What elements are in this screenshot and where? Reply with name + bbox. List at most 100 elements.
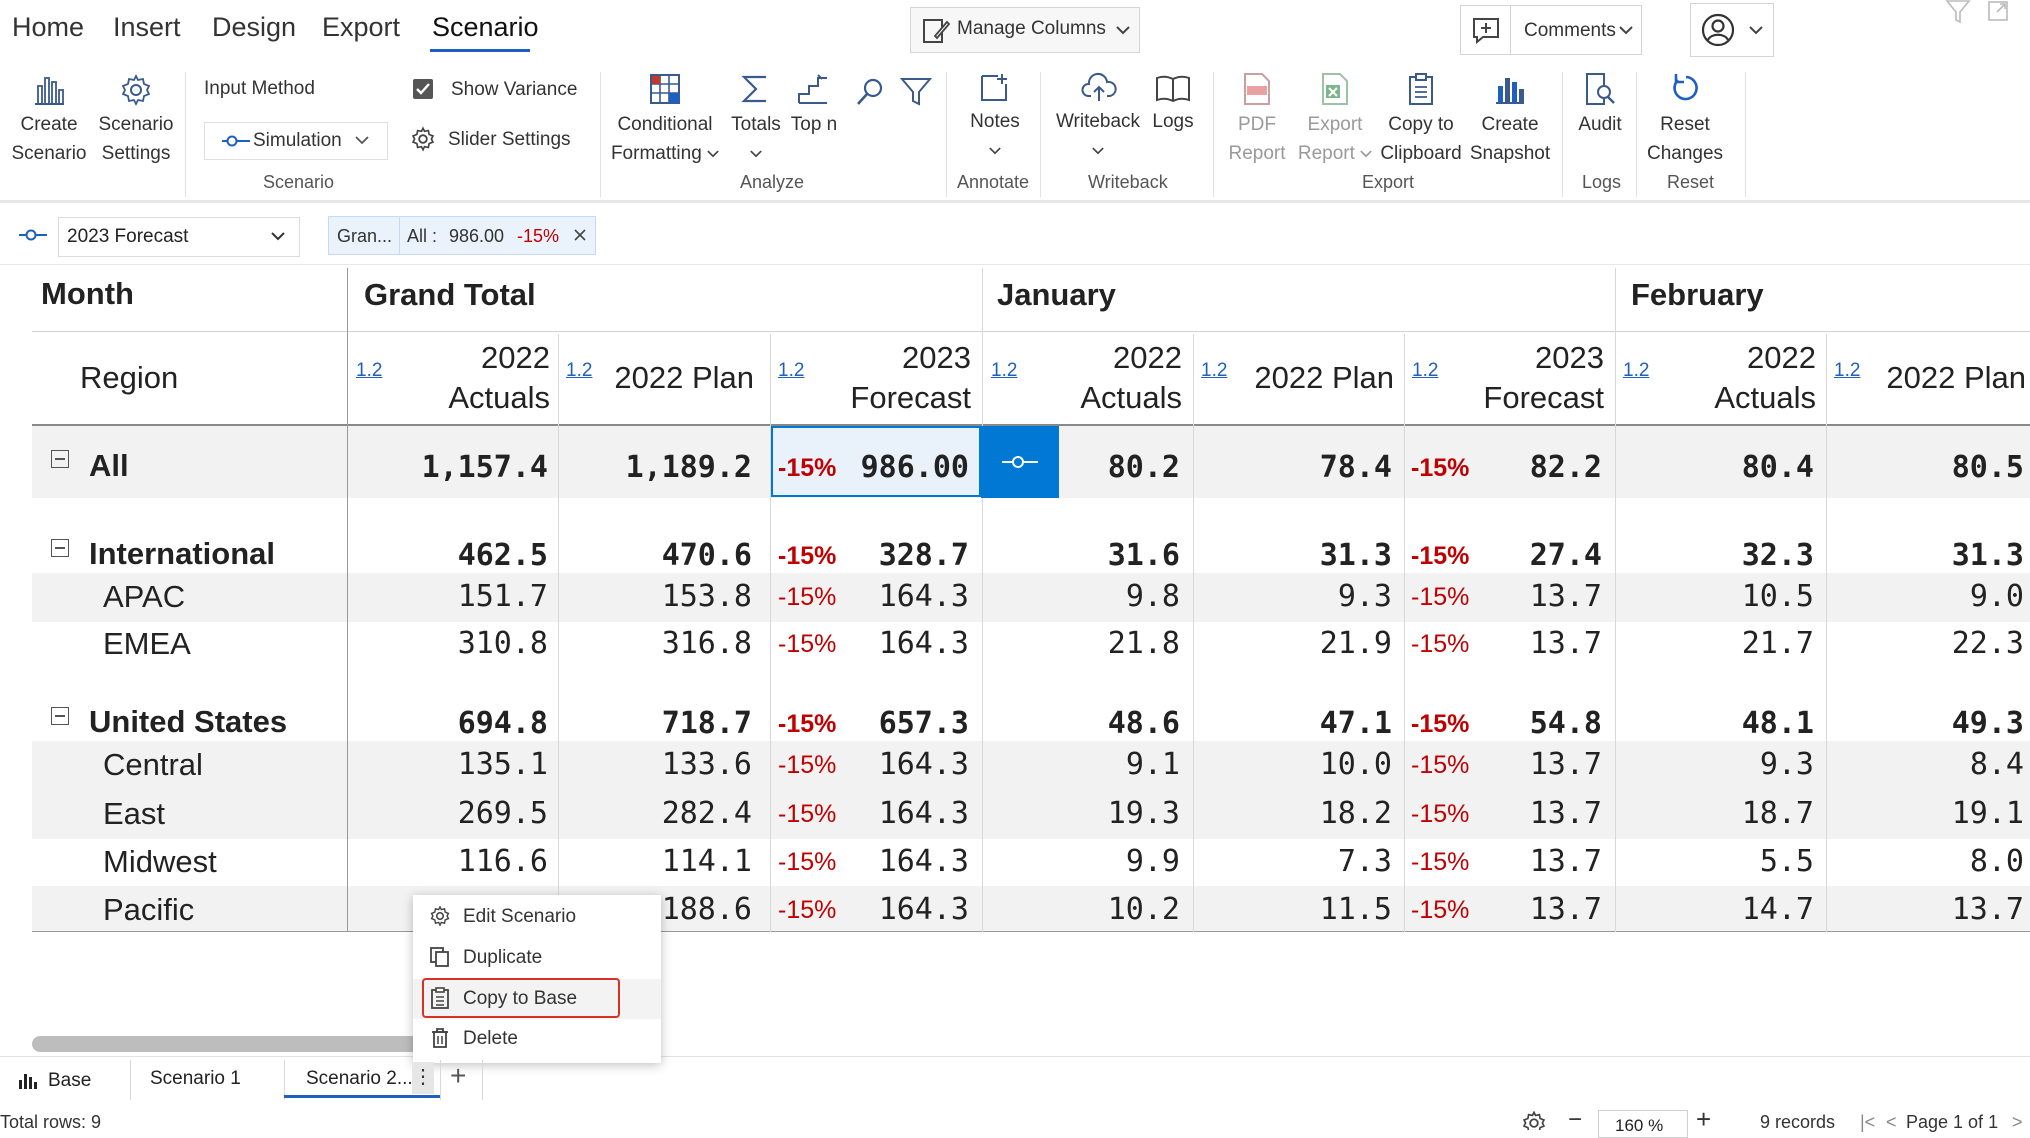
number-format-icon[interactable]: 1.2: [1623, 360, 1649, 382]
cell-value[interactable]: 164.3: [879, 747, 969, 782]
cell-value[interactable]: 78.4: [1320, 450, 1392, 485]
create-scenario-button[interactable]: Create Scenario: [5, 70, 93, 170]
cell-value[interactable]: 13.7: [1530, 579, 1602, 614]
cell-value[interactable]: 282.4: [662, 796, 752, 831]
number-format-icon[interactable]: 1.2: [356, 360, 382, 382]
close-icon[interactable]: [573, 228, 587, 242]
column-header[interactable]: 2022 Plan: [1866, 358, 2026, 398]
column-header[interactable]: 2022 Actuals: [1023, 338, 1182, 418]
cell-value[interactable]: 164.3: [879, 892, 969, 927]
logs-button[interactable]: Logs: [1148, 70, 1198, 140]
cell-value[interactable]: 21.9: [1320, 626, 1392, 661]
audit-button[interactable]: Audit: [1570, 70, 1630, 140]
cell-value[interactable]: 164.3: [879, 626, 969, 661]
filter-chip[interactable]: Gran... All : 986.00 -15%: [328, 216, 596, 255]
column-header[interactable]: 2023 Forecast: [1444, 338, 1604, 418]
input-method-dropdown[interactable]: Simulation: [204, 122, 388, 160]
manage-columns-button[interactable]: Manage Columns: [910, 7, 1140, 53]
top-n-button[interactable]: Top n: [786, 70, 842, 140]
cell-value[interactable]: 5.5: [1760, 844, 1814, 879]
cell-value[interactable]: 657.3: [879, 706, 969, 741]
cell-value[interactable]: 269.5: [458, 796, 548, 831]
cell-value[interactable]: 164.3: [879, 579, 969, 614]
number-format-icon[interactable]: 1.2: [991, 360, 1017, 382]
conditional-formatting-button[interactable]: Conditional Formatting: [610, 70, 720, 170]
scenario-select-dropdown[interactable]: 2023 Forecast: [58, 217, 300, 257]
cell-value[interactable]: 13.7: [1530, 747, 1602, 782]
collapse-icon[interactable]: [51, 707, 69, 725]
filter-icon[interactable]: [900, 76, 932, 108]
nav-tab-scenario[interactable]: Scenario: [432, 12, 539, 43]
user-menu-button[interactable]: [1690, 3, 1774, 57]
number-format-icon[interactable]: 1.2: [778, 360, 804, 382]
search-icon[interactable]: [855, 76, 887, 108]
filter-icon[interactable]: [1945, 0, 1971, 24]
cell-value[interactable]: 18.2: [1320, 796, 1392, 831]
cell-value[interactable]: 151.7: [458, 579, 548, 614]
cell-value[interactable]: 31.3: [1952, 538, 2024, 573]
cell-value[interactable]: 13.7: [1530, 796, 1602, 831]
comments-dropdown[interactable]: Comments: [1510, 5, 1642, 55]
scrollbar-thumb[interactable]: [32, 1036, 452, 1052]
menu-item-duplicate[interactable]: Duplicate: [413, 938, 661, 978]
cell-value[interactable]: 80.5: [1952, 450, 2024, 485]
cell-value[interactable]: 116.6: [458, 844, 548, 879]
menu-item-edit-scenario[interactable]: Edit Scenario: [413, 897, 661, 937]
cell-value[interactable]: 7.3: [1338, 844, 1392, 879]
cell-value[interactable]: 82.2: [1530, 450, 1602, 485]
cell-value[interactable]: 9.3: [1760, 747, 1814, 782]
add-comment-button[interactable]: [1460, 5, 1512, 55]
cell-value[interactable]: 8.0: [1970, 844, 2024, 879]
cell-value[interactable]: 986.00: [861, 450, 969, 485]
cell-value[interactable]: 9.3: [1338, 579, 1392, 614]
cell-value[interactable]: 1,157.4: [422, 450, 548, 485]
cell-value[interactable]: 31.6: [1108, 538, 1180, 573]
cell-value[interactable]: 164.3: [879, 796, 969, 831]
cell-value[interactable]: 49.3: [1952, 706, 2024, 741]
cell-value[interactable]: 80.2: [1108, 450, 1180, 485]
zoom-in-button[interactable]: +: [1696, 1104, 1711, 1135]
cell-value[interactable]: 10.5: [1742, 579, 1814, 614]
collapse-icon[interactable]: [51, 539, 69, 557]
cell-value[interactable]: 32.3: [1742, 538, 1814, 573]
cell-value[interactable]: 21.7: [1742, 626, 1814, 661]
number-format-icon[interactable]: 1.2: [566, 360, 592, 382]
nav-tab-insert[interactable]: Insert: [113, 12, 181, 43]
cell-value[interactable]: 153.8: [662, 579, 752, 614]
cell-value[interactable]: 462.5: [458, 538, 548, 573]
gear-icon[interactable]: [1521, 1110, 1547, 1130]
cell-value[interactable]: 9.1: [1126, 747, 1180, 782]
nav-tab-home[interactable]: Home: [12, 12, 84, 43]
cell-value[interactable]: 164.3: [879, 844, 969, 879]
copy-to-clipboard-button[interactable]: Copy to Clipboard: [1376, 70, 1466, 170]
cell-value[interactable]: 13.7: [1530, 892, 1602, 927]
cell-value[interactable]: 19.3: [1108, 796, 1180, 831]
cell-value[interactable]: 310.8: [458, 626, 548, 661]
column-header[interactable]: 2022 Actuals: [388, 338, 550, 418]
sheet-tab-base[interactable]: Base: [14, 1064, 134, 1098]
cell-value[interactable]: 54.8: [1530, 706, 1602, 741]
cell-value[interactable]: 328.7: [879, 538, 969, 573]
cell-value[interactable]: 13.7: [1952, 892, 2024, 927]
cell-value[interactable]: 13.7: [1530, 626, 1602, 661]
column-header[interactable]: 2022 Plan: [598, 358, 754, 398]
cell-value[interactable]: 18.7: [1742, 796, 1814, 831]
cell-value[interactable]: 19.1: [1952, 796, 2024, 831]
cell-value[interactable]: 21.8: [1108, 626, 1180, 661]
pdf-report-button[interactable]: PDF Report: [1222, 70, 1292, 170]
more-options-icon[interactable]: ⋮: [412, 1062, 434, 1094]
number-format-icon[interactable]: 1.2: [1412, 360, 1438, 382]
column-header[interactable]: 2022 Plan: [1233, 358, 1394, 398]
number-format-icon[interactable]: 1.2: [1834, 360, 1860, 382]
horizontal-scrollbar[interactable]: [32, 1034, 2030, 1054]
cell-value[interactable]: 470.6: [662, 538, 752, 573]
cell-value[interactable]: 10.0: [1320, 747, 1392, 782]
show-variance-checkbox[interactable]: Show Variance: [413, 78, 603, 106]
cell-value[interactable]: 13.7: [1530, 844, 1602, 879]
cell-value[interactable]: 718.7: [662, 706, 752, 741]
cell-value[interactable]: 135.1: [458, 747, 548, 782]
cell-value[interactable]: 48.1: [1742, 706, 1814, 741]
cell-value[interactable]: 9.8: [1126, 579, 1180, 614]
scenario-settings-button[interactable]: Scenario Settings: [95, 70, 177, 170]
cell-value[interactable]: 11.5: [1320, 892, 1392, 927]
